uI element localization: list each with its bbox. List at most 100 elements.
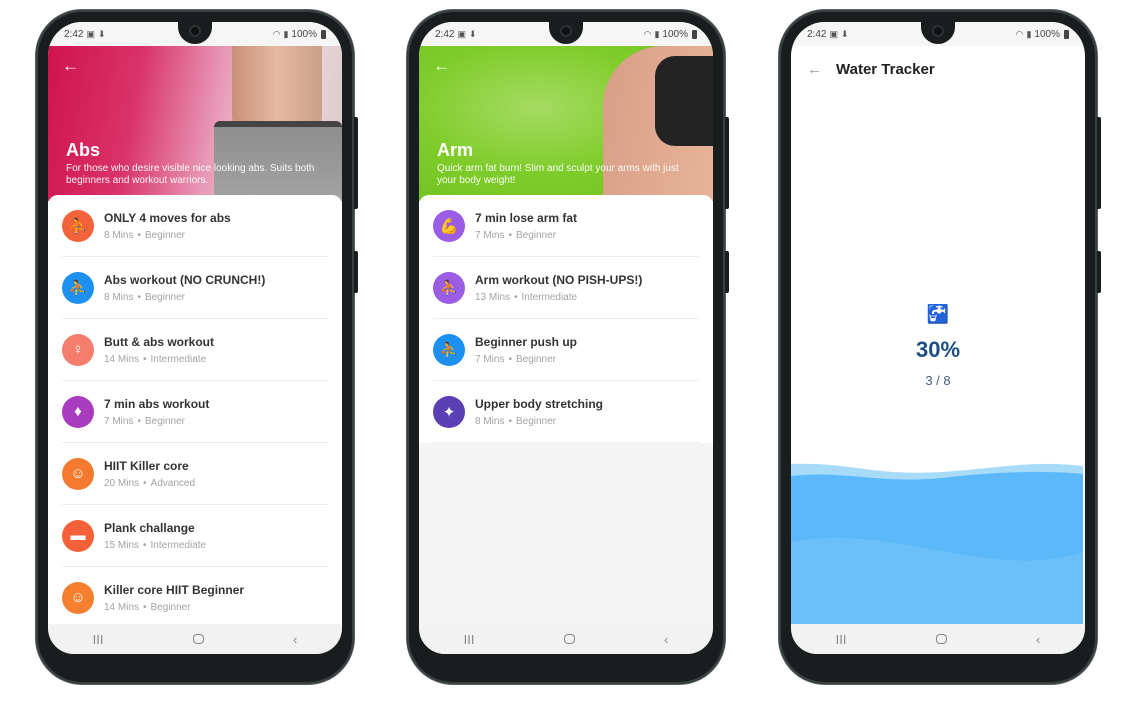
phone-water-tracker: 2:42 ▣ ⬇ ◠ ▮ 100% ← Water Tracker 🚰 30% 3 / …	[779, 10, 1101, 684]
nav-bar: III ‹	[419, 624, 713, 654]
battery-icon	[1064, 29, 1069, 39]
workout-list: ⛹ ONLY 4 moves for abs 8 Mins • Beginner ⛹ Abs…	[48, 195, 342, 624]
home-button[interactable]	[935, 634, 947, 644]
workout-list-item[interactable]: 💪 7 min lose arm fat 7 Mins • Beginner	[433, 195, 699, 257]
workout-level: Beginner	[144, 229, 185, 241]
volume-button	[354, 117, 358, 209]
separator-dot: •	[143, 601, 147, 613]
workout-name: Arm workout (NO PISH-UPS!)	[475, 272, 643, 287]
workout-level: Beginner	[515, 229, 556, 241]
separator-dot: •	[137, 291, 141, 303]
gallery-icon: ▣	[86, 28, 95, 39]
workout-name: 7 min lose arm fat	[475, 210, 578, 225]
faucet-icon[interactable]: 🚰	[791, 304, 1085, 325]
gallery-icon: ▣	[457, 28, 466, 39]
home-button[interactable]	[563, 634, 575, 644]
recents-button[interactable]: III	[464, 632, 475, 647]
workout-level: Beginner	[144, 291, 185, 303]
workout-name: HIIT Killer core	[104, 458, 189, 473]
separator-dot: •	[137, 415, 141, 427]
workout-duration: 20 Mins	[104, 477, 140, 489]
workout-list-item[interactable]: ▬ Plank challange 15 Mins • Intermediate	[62, 505, 328, 567]
workout-level: Intermediate	[521, 291, 578, 303]
workout-duration: 13 Mins	[475, 291, 511, 303]
home-button[interactable]	[192, 634, 204, 644]
back-arrow-icon[interactable]: ←	[807, 61, 822, 78]
workout-level: Beginner	[515, 415, 556, 427]
workout-level: Beginner	[150, 601, 191, 613]
signal-icon: ▮	[1026, 28, 1032, 39]
separator-dot: •	[514, 291, 518, 303]
separator-dot: •	[143, 353, 147, 365]
battery-level: 100%	[291, 28, 317, 40]
hero-banner: ← Abs For those who desire visible nice …	[48, 46, 342, 201]
camera-icon	[560, 25, 572, 37]
nav-bar: III ‹	[48, 624, 342, 654]
stretching-icon: ✦	[433, 395, 465, 428]
separator-dot: •	[508, 415, 512, 427]
situp-icon: ⛹	[62, 209, 94, 242]
workout-list-item[interactable]: ☺ HIIT Killer core 20 Mins • Advanced	[62, 443, 328, 505]
workout-level: Beginner	[515, 353, 556, 365]
plank-icon: ▬	[62, 519, 94, 552]
signal-icon: ▮	[654, 28, 660, 39]
workout-duration: 15 Mins	[104, 539, 140, 551]
pushup-icon: ⛹	[433, 271, 465, 304]
workout-name: Plank challange	[104, 520, 195, 535]
workout-list: 💪 7 min lose arm fat 7 Mins • Beginner ⛹ Arm w…	[419, 195, 713, 624]
workout-list-item[interactable]: ⛹ Abs workout (NO CRUNCH!) 8 Mins • Beginner	[62, 257, 328, 319]
torso-icon: ♦	[62, 395, 94, 428]
workout-duration: 8 Mins	[104, 291, 134, 303]
separator-dot: •	[137, 229, 141, 241]
hero-banner: ← Arm Quick arm fat burn! Slim and sculp…	[419, 46, 713, 201]
status-time: 2:42	[64, 28, 84, 40]
workout-duration: 7 Mins	[104, 415, 134, 427]
back-button[interactable]: ‹	[664, 632, 668, 647]
battery-icon	[692, 29, 697, 39]
workout-list-item[interactable]: ♀ Butt & abs workout 14 Mins • Intermediate	[62, 319, 328, 381]
back-button[interactable]: ‹	[1036, 632, 1040, 647]
gallery-icon: ▣	[829, 28, 838, 39]
wifi-icon: ◠	[272, 28, 281, 39]
download-icon: ⬇	[840, 28, 849, 39]
camera-icon	[189, 25, 201, 37]
workout-list-item[interactable]: ☺ Killer core HIIT Beginner 14 Mins • Beginn…	[62, 567, 328, 624]
download-icon: ⬇	[468, 28, 477, 39]
workout-name: Butt & abs workout	[104, 334, 214, 349]
wifi-icon: ◠	[643, 28, 652, 39]
workout-duration: 8 Mins	[104, 229, 134, 241]
category-title: Abs	[66, 140, 101, 160]
workout-list-item[interactable]: ⛹ Arm workout (NO PISH-UPS!) 13 Mins • Inter…	[433, 257, 699, 319]
workout-duration: 8 Mins	[475, 415, 505, 427]
workout-name: Beginner push up	[475, 334, 577, 349]
category-description: For those who desire visible nice lookin…	[66, 163, 315, 186]
recents-button[interactable]: III	[93, 632, 104, 647]
workout-duration: 14 Mins	[104, 353, 140, 365]
workout-list-item[interactable]: ⛹ Beginner push up 7 Mins • Beginner	[433, 319, 699, 381]
workout-list-item[interactable]: ✦ Upper body stretching 8 Mins • Beginner	[433, 381, 699, 443]
phone-abs: 2:42 ▣ ⬇ ◠ ▮ 100% ← Abs For those who desire…	[36, 10, 358, 684]
power-button	[1097, 251, 1101, 293]
battery-level: 100%	[662, 28, 688, 40]
water-fill	[791, 463, 1083, 624]
nav-bar: III ‹	[791, 624, 1085, 654]
power-button	[354, 251, 358, 293]
glass-count: 3 / 8	[925, 373, 951, 388]
back-arrow-icon[interactable]: ←	[62, 56, 79, 76]
volume-button	[725, 117, 729, 209]
download-icon: ⬇	[97, 28, 106, 39]
pushup-icon: ⛹	[433, 333, 465, 366]
back-button[interactable]: ‹	[293, 632, 297, 647]
recents-button[interactable]: III	[836, 632, 847, 647]
signal-icon: ▮	[283, 28, 289, 39]
workout-list-item[interactable]: ♦ 7 min abs workout 7 Mins • Beginner	[62, 381, 328, 443]
phone-arm: 2:42 ▣ ⬇ ◠ ▮ 100% ← Arm Quick arm fat burn! …	[407, 10, 729, 684]
category-description: Quick arm fat burn! Slim and sculpt your…	[437, 163, 679, 186]
bicep-icon: 💪	[433, 209, 465, 242]
status-time: 2:42	[435, 28, 455, 40]
separator-dot: •	[143, 539, 147, 551]
workout-list-item[interactable]: ⛹ ONLY 4 moves for abs 8 Mins • Beginner	[62, 195, 328, 257]
screen-abs: 2:42 ▣ ⬇ ◠ ▮ 100% ← Abs For those who desire…	[48, 22, 342, 654]
workout-name: ONLY 4 moves for abs	[104, 210, 231, 225]
back-arrow-icon[interactable]: ←	[433, 56, 450, 76]
